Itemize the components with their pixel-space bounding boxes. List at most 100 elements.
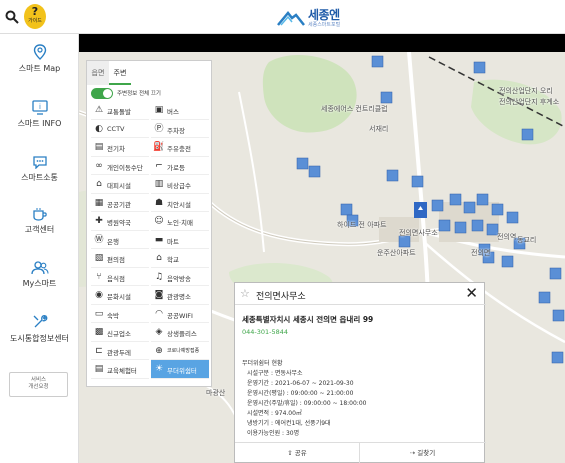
sidebar-item-smart-map[interactable]: 스마트 Map: [0, 44, 79, 94]
site-logo[interactable]: 세종엔 세종스마트포털: [276, 6, 356, 30]
category-restaurant[interactable]: ⑂ 음식점: [91, 268, 149, 286]
category-streetlight[interactable]: ⌐ 가로등: [151, 157, 209, 175]
new-shop-icon: ▩: [94, 327, 104, 337]
category-education[interactable]: ▤ 교육체험터: [91, 360, 149, 379]
left-sidebar: 스마트 Map i 스마트 INFO 스마트소통 고객센터 My스마트 도시통합…: [0, 34, 79, 463]
app-root: { "header": { "guide_q": "?", "guide_lab…: [0, 0, 565, 463]
bed-icon: ▭: [94, 308, 104, 319]
nearby-toggle[interactable]: [91, 88, 113, 99]
row-value: 에어컨1대, 선풍기9대: [274, 420, 331, 427]
row-value: 30명: [285, 430, 300, 437]
category-tour-durae[interactable]: ⊏ 관광두레: [91, 342, 149, 360]
share-button[interactable]: ⇪ 공유: [235, 443, 360, 463]
category-label: 학교: [167, 256, 179, 264]
category-fuel[interactable]: ⛽ 주유충전: [151, 138, 209, 157]
row-value: 2021-06-07 ~ 2021-09-30: [274, 380, 354, 387]
category-police[interactable]: ☗ 치안시설: [151, 194, 209, 212]
category-hospital[interactable]: ✚ 병원약국: [91, 212, 149, 231]
search-icon[interactable]: [5, 9, 19, 24]
info-popup: ☆ 전의면사무소 ✕ 세종특별자치시 세종시 전의면 읍내리 99 044-30…: [234, 282, 486, 463]
category-vaccine[interactable]: ⊕ 코로나예방접종: [151, 342, 209, 360]
category-coop[interactable]: ◈ 상생플리스: [151, 323, 209, 342]
logo-subtitle: 세종스마트포털: [308, 22, 341, 28]
row-key: 시설구분: [247, 370, 270, 377]
streetlight-icon: ⌐: [155, 160, 163, 171]
row-key: 운영기간: [247, 380, 270, 387]
category-shelter[interactable]: ⌂ 대피시설: [91, 175, 149, 194]
map-label-country-club: 세종에어스 컨트리클럽: [321, 105, 388, 113]
category-label: 주유충전: [167, 145, 191, 153]
sidebar-item-smart-comm[interactable]: 스마트소통: [0, 155, 79, 205]
users-icon: [30, 261, 49, 275]
category-school[interactable]: ⌂ 학교: [151, 249, 209, 268]
category-label: 버스: [167, 108, 179, 116]
row-value: 면동사무소: [274, 370, 303, 377]
category-elderly[interactable]: ☺ 노인·치매: [151, 212, 209, 231]
popup-header: ☆ 전의면사무소 ✕: [235, 283, 486, 305]
popup-footer: ⇪ 공유 ⇢ 길찾기: [235, 442, 486, 463]
sidebar-item-customer-center[interactable]: 고객센터: [0, 207, 79, 257]
row-key: 시설면적: [247, 410, 270, 417]
category-music[interactable]: ♫ 음악방송: [151, 268, 209, 286]
map-label-mountain: 마광산: [206, 389, 226, 397]
map-label-jeonui-station: 전의역: [497, 233, 517, 241]
route-button[interactable]: ⇢ 길찾기: [360, 443, 485, 463]
category-cctv[interactable]: ◐ CCTV: [91, 120, 149, 138]
category-label: 숙박: [107, 311, 119, 320]
culture-icon: ◉: [95, 290, 103, 300]
map-label-seojae: 서재리: [369, 125, 389, 133]
hospital-icon: ✚: [95, 216, 103, 226]
category-culture[interactable]: ◉ 문화시설: [91, 286, 149, 305]
sidebar-item-label: 스마트 INFO: [17, 119, 62, 128]
map-label-hyde-apartment: 하이드 전 아파트: [337, 221, 387, 229]
category-label: 코로나예방접종: [167, 347, 200, 354]
route-label: 길찾기: [417, 449, 436, 457]
popup-row: 운영시간(평일) : 09:00:00 ~ 21:00:00: [247, 390, 354, 397]
category-label: 마트: [167, 237, 179, 246]
elderly-icon: ☺: [154, 216, 164, 226]
map-label-apartment: 운주산아파트: [377, 249, 416, 257]
sidebar-item-smart-info[interactable]: i 스마트 INFO: [0, 100, 79, 150]
svg-text:i: i: [39, 103, 41, 111]
category-heat-shelter[interactable]: ☀ 무더위쉼터: [151, 360, 209, 379]
parking-icon: Ⓟ: [154, 123, 164, 134]
category-label: 교통돌발: [107, 108, 131, 116]
cctv-icon: ◐: [95, 123, 103, 134]
category-lodging[interactable]: ▭ 숙박: [91, 305, 149, 323]
guide-button[interactable]: ? 가이드: [24, 4, 46, 29]
row-key: 운영시간(주말/휴일): [247, 400, 298, 407]
school-icon: ⌂: [156, 253, 162, 263]
category-public-office[interactable]: ▦ 공공기관: [91, 194, 149, 212]
warning-icon: ⚠: [94, 105, 104, 115]
category-convenience-store[interactable]: ▧ 편의점: [91, 249, 149, 268]
map-label-industrial-complex: 전의산업단지 오리: [499, 87, 553, 95]
category-bank[interactable]: Ⓦ 은행: [91, 231, 149, 249]
category-label: 공공WIFI: [167, 311, 193, 320]
row-value: 974.00㎡: [274, 410, 302, 417]
sidebar-item-city-center[interactable]: 도시통합정보센터: [0, 314, 79, 364]
tab-eupmyeon[interactable]: 읍면: [87, 61, 109, 85]
category-personal-mobility[interactable]: ∞ 개인이동수단: [91, 157, 149, 175]
category-new-shop[interactable]: ▩ 신규업소: [91, 323, 149, 342]
category-label: 공공기관: [107, 200, 131, 209]
sidebar-item-my-smart[interactable]: My스마트: [0, 261, 79, 311]
category-mart[interactable]: ▬ 마트: [151, 231, 209, 249]
category-label: 신규업소: [107, 330, 131, 338]
close-icon[interactable]: ✕: [465, 285, 478, 301]
category-tourist-spot[interactable]: ◙ 관광명소: [151, 286, 209, 305]
category-label: 음식점: [107, 274, 125, 283]
category-label: CCTV: [107, 124, 125, 133]
category-emergency-water[interactable]: ▥ 비상급수: [151, 175, 209, 194]
category-parking[interactable]: Ⓟ 주차장: [151, 120, 209, 138]
category-ev-car[interactable]: ▤ 전기차: [91, 138, 149, 157]
category-panel: 읍면 주변 주변정보 전체 끄기 ⚠ 교통돌발 ▣ 버스 ◐ CCTV Ⓟ 주차장 ▤ 전…: [86, 60, 212, 387]
tab-nearby[interactable]: 주변: [109, 61, 131, 85]
favorite-star-icon[interactable]: ☆: [240, 287, 250, 300]
category-bus[interactable]: ▣ 버스: [151, 101, 209, 120]
bus-icon: ▣: [154, 105, 164, 115]
service-request-button[interactable]: 서비스 개선요청: [9, 372, 68, 397]
category-public-wifi[interactable]: ◠ 공공WIFI: [151, 305, 209, 323]
popup-phone[interactable]: 044-301-5844: [242, 328, 288, 336]
nearby-toggle-label: 주변정보 전체 끄기: [117, 91, 161, 97]
category-traffic-incident[interactable]: ⚠ 교통돌발: [91, 101, 149, 120]
